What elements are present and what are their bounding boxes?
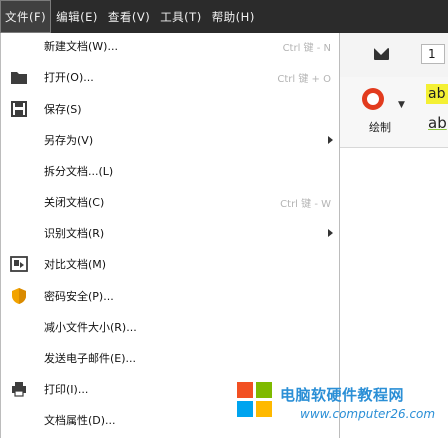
menu-item-label: 新建文档(W)... [44, 40, 118, 53]
chevron-right-icon [328, 229, 333, 237]
printer-icon [10, 380, 28, 398]
chevron-right-icon [328, 136, 333, 144]
watermark-url: www.computer26.com [300, 407, 436, 421]
logo-square [256, 401, 272, 417]
watermark-logo [237, 382, 273, 418]
mail-icon[interactable] [374, 48, 389, 60]
menu-item-label: 减小文件大小(R)... [44, 321, 137, 334]
menu-item-document-properties[interactable]: 文档属性(D)... [1, 408, 339, 432]
shield-icon [10, 287, 28, 305]
menu-item-label: 密码安全(P)... [44, 290, 114, 303]
highlight-text-button[interactable]: ab [426, 84, 448, 104]
menu-item-save-as[interactable]: 另存为(V) [1, 128, 339, 152]
logo-square [237, 401, 253, 417]
menu-item-shortcut: Ctrl 键 + O [277, 73, 331, 85]
folder-icon [10, 68, 28, 86]
page-number-input[interactable]: 1 [421, 44, 445, 64]
menu-item-label: 关闭文档(C) [44, 196, 105, 209]
menu-item-label: 保存(S) [44, 103, 82, 116]
chevron-down-icon[interactable]: ▼ [398, 100, 405, 110]
menu-item-label: 对比文档(M) [44, 258, 107, 271]
menu-edit[interactable]: 编辑(E) [51, 0, 103, 33]
menu-file[interactable]: 文件(F) [0, 0, 52, 33]
draw-icon[interactable] [362, 88, 384, 110]
menu-item-label: 另存为(V) [44, 134, 94, 147]
menu-item-label: 拆分文档...(L) [44, 165, 114, 178]
menu-item-shortcut: Ctrl 键 - N [282, 42, 331, 54]
menu-item-close-document[interactable]: 关闭文档(C) Ctrl 键 - W [1, 190, 339, 214]
menu-item-recognize-document[interactable]: 识别文档(R) [1, 221, 339, 245]
menu-item-label: 打开(O)... [44, 71, 94, 84]
menu-tools[interactable]: 工具(T) [155, 0, 207, 33]
compare-icon [10, 255, 28, 273]
menu-item-save[interactable]: 保存(S) [1, 97, 339, 121]
menu-item-shortcut: Ctrl 键 - W [280, 198, 331, 210]
draw-label: 绘制 [369, 121, 391, 134]
menu-item-split-document[interactable]: 拆分文档...(L) [1, 159, 339, 183]
menu-item-label: 识别文档(R) [44, 227, 105, 240]
menu-help[interactable]: 帮助(H) [207, 0, 260, 33]
menu-item-label: 文档属性(D)... [44, 414, 116, 427]
file-menu-dropdown: 新建文档(W)... Ctrl 键 - N 打开(O)... Ctrl 键 + … [0, 33, 340, 438]
underline-text-button[interactable]: ab [428, 114, 447, 132]
logo-square [237, 382, 253, 398]
menu-item-send-email[interactable]: 发送电子邮件(E)... [1, 346, 339, 370]
menu-item-password-security[interactable]: 密码安全(P)... [1, 284, 339, 308]
menu-view[interactable]: 查看(V) [103, 0, 155, 33]
menu-item-open[interactable]: 打开(O)... Ctrl 键 + O [1, 65, 339, 89]
menu-bar: 文件(F) 编辑(E) 查看(V) 工具(T) 帮助(H) [0, 0, 448, 33]
menu-item-label: 打印(I)... [44, 383, 89, 396]
menu-item-label: 发送电子邮件(E)... [44, 352, 137, 365]
logo-square [256, 382, 272, 398]
watermark-title: 电脑软硬件教程网 [280, 386, 405, 404]
menu-item-new-document[interactable]: 新建文档(W)... Ctrl 键 - N [1, 34, 339, 58]
menu-item-compare-documents[interactable]: 对比文档(M) [1, 252, 339, 276]
menu-item-reduce-file-size[interactable]: 减小文件大小(R)... [1, 315, 339, 339]
save-icon [10, 100, 28, 118]
